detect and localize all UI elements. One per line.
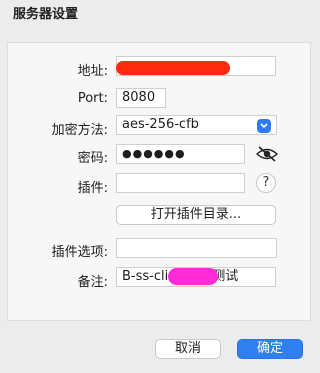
port-value: 8080 (122, 90, 156, 105)
port-field[interactable]: 8080 (116, 88, 166, 108)
encryption-select[interactable]: aes-256-cfb (116, 115, 277, 135)
remark-value-prefix: B-ss-cli (122, 269, 169, 284)
encryption-label: 加密方法: (51, 123, 108, 138)
plugin-field[interactable] (116, 173, 245, 193)
open-plugin-dir-button[interactable]: 打开插件目录... (116, 205, 276, 225)
plugin-options-label: 插件选项: (51, 245, 108, 260)
address-label: 地址: (77, 64, 108, 79)
window-title: 服务器设置 (13, 7, 79, 22)
show-password-icon[interactable] (255, 145, 279, 163)
address-redaction (116, 61, 230, 75)
password-field[interactable]: ●●●●●● (116, 144, 245, 164)
cancel-button[interactable]: 取消 (155, 339, 221, 359)
remark-redaction (168, 268, 218, 285)
remark-label: 备注: (77, 275, 108, 290)
password-label: 密码: (77, 151, 108, 166)
plugin-options-field[interactable] (116, 238, 277, 258)
plugin-label: 插件: (77, 181, 108, 196)
chevron-updown-icon (257, 119, 271, 133)
ok-button[interactable]: 确定 (237, 339, 303, 359)
help-button[interactable]: ? (256, 173, 276, 193)
port-label: Port: (77, 91, 108, 106)
password-value: ●●●●●● (122, 147, 186, 160)
encryption-value: aes-256-cfb (122, 117, 199, 132)
